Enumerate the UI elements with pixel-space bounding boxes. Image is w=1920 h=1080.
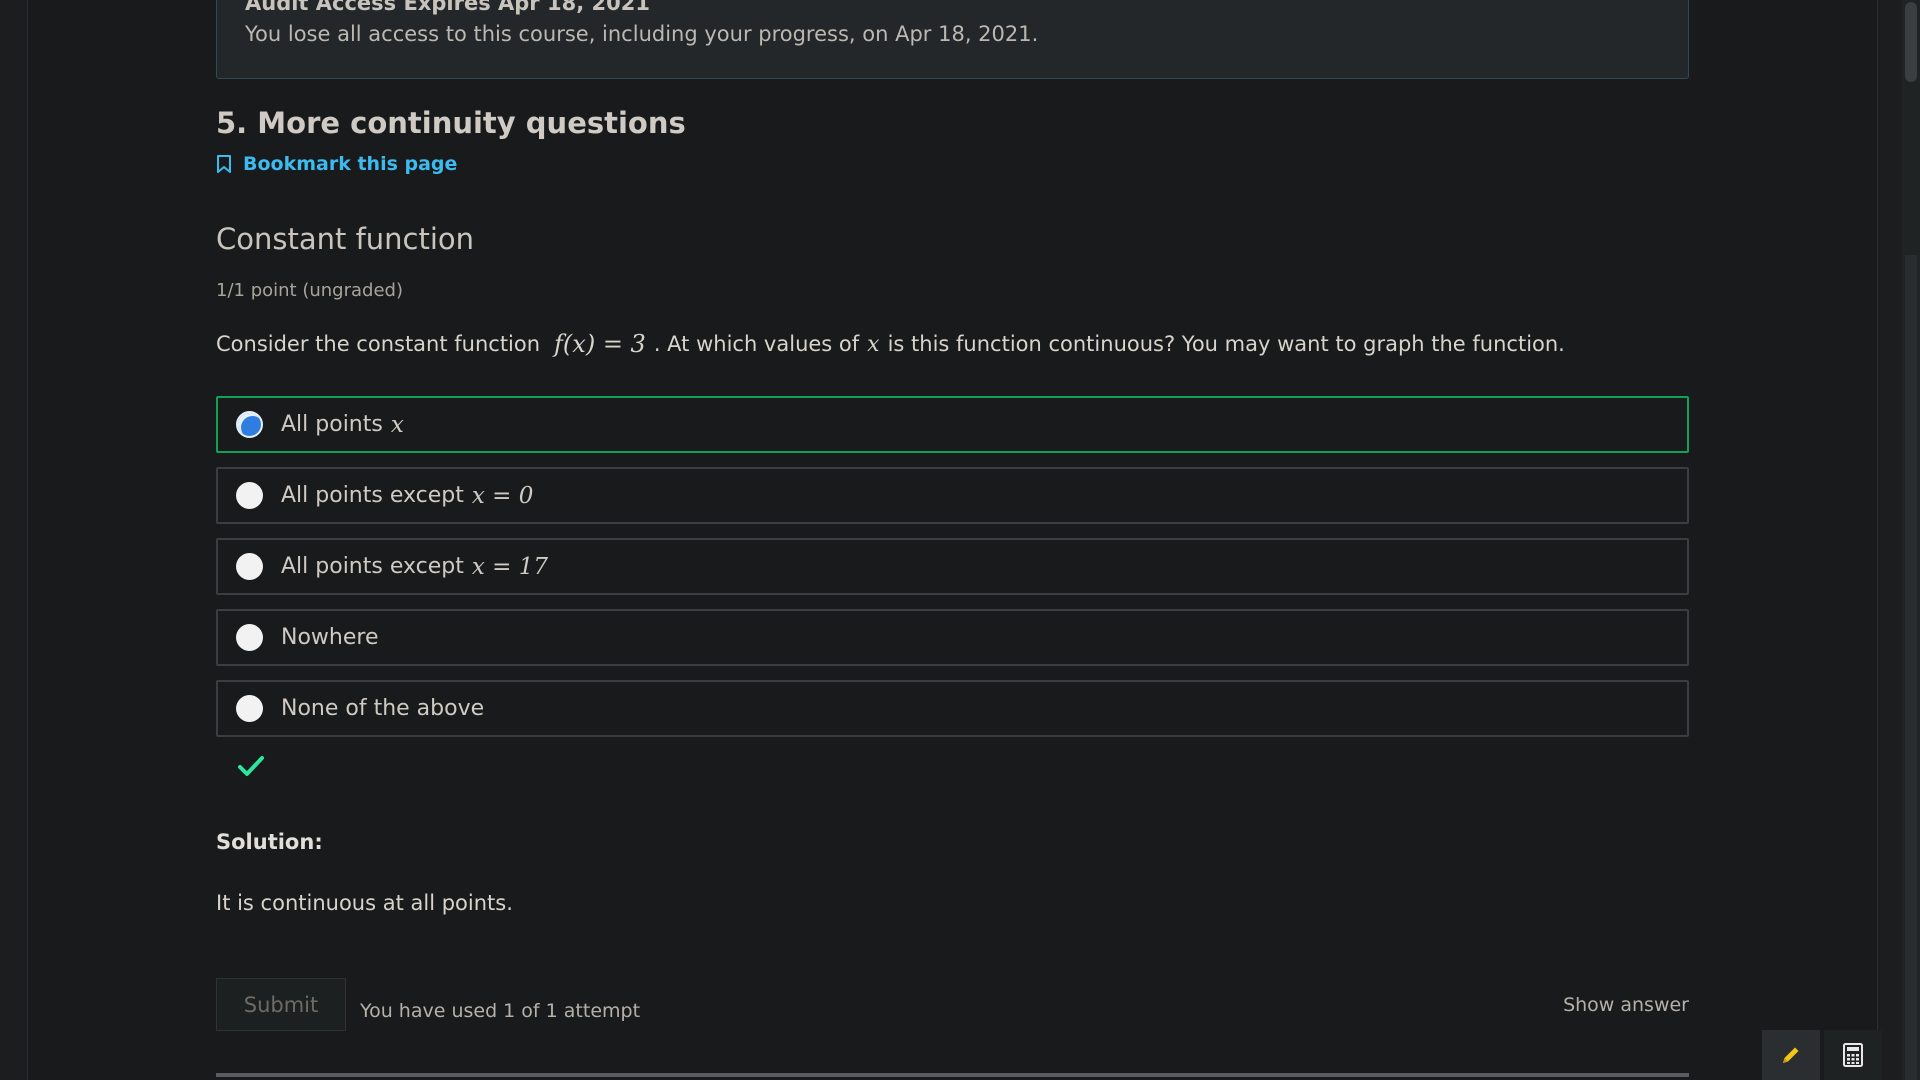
solution-text: It is continuous at all points.	[216, 891, 513, 915]
option-text: None of the above	[281, 696, 485, 721]
page-scrollbar[interactable]	[1902, 0, 1920, 1080]
solution-label: Solution:	[216, 830, 323, 854]
option-nowhere[interactable]: Nowhere	[216, 609, 1689, 666]
calculator-button[interactable]	[1824, 1030, 1882, 1080]
question-variable: x	[867, 331, 880, 357]
question-text-middle: . At which values of	[653, 332, 860, 356]
option-except-zero[interactable]: All points except x = 0	[216, 467, 1689, 524]
question-math: f(x) = 3	[554, 330, 646, 358]
left-gutter	[0, 0, 28, 1080]
option-text: All points except	[281, 483, 464, 508]
option-text: Nowhere	[281, 625, 379, 650]
option-text: All points	[281, 412, 383, 437]
option-label: All points except x = 0	[281, 483, 533, 509]
bookmark-icon	[217, 155, 231, 173]
bookmark-button[interactable]: Bookmark this page	[216, 152, 457, 176]
option-all-points[interactable]: All points x	[216, 396, 1689, 453]
banner-title: Audit Access Expires Apr 18, 2021	[245, 0, 650, 15]
bookmark-label: Bookmark this page	[243, 153, 458, 175]
question-text-before: Consider the constant function	[216, 332, 541, 356]
audit-access-banner: Audit Access Expires Apr 18, 2021 You lo…	[216, 0, 1689, 79]
section-divider	[216, 1073, 1689, 1077]
option-label: Nowhere	[281, 625, 379, 650]
radio-button[interactable]	[236, 482, 263, 509]
option-math: x	[390, 411, 404, 438]
attempts-status: You have used 1 of 1 attempt	[360, 1000, 641, 1022]
option-text: All points except	[281, 554, 464, 579]
radio-button[interactable]	[236, 624, 263, 651]
option-math: x = 0	[471, 482, 534, 509]
show-answer-button[interactable]: Show answer	[1563, 994, 1689, 1016]
pencil-icon	[1783, 1047, 1799, 1063]
option-label: None of the above	[281, 696, 484, 721]
scrollbar-thumb[interactable]	[1905, 2, 1917, 82]
radio-button[interactable]	[236, 553, 263, 580]
submit-button[interactable]: Submit	[216, 978, 346, 1031]
banner-text: You lose all access to this course, incl…	[245, 22, 1039, 46]
option-label: All points except x = 17	[281, 554, 548, 580]
radio-button[interactable]	[236, 695, 263, 722]
option-label: All points x	[281, 412, 404, 438]
problem-points: 1/1 point (ungraded)	[216, 280, 403, 301]
option-none-of-the-above[interactable]: None of the above	[216, 680, 1689, 737]
checkmark-icon	[238, 756, 264, 776]
notes-button[interactable]	[1762, 1030, 1820, 1080]
calculator-icon	[1843, 1043, 1863, 1067]
problem-title: Constant function	[216, 222, 475, 256]
question-text-after: is this function continuous? You may wan…	[887, 332, 1565, 356]
scrollbar-track[interactable]	[1905, 255, 1917, 1080]
option-except-seventeen[interactable]: All points except x = 17	[216, 538, 1689, 595]
radio-button-selected[interactable]	[236, 411, 263, 438]
option-math: x = 17	[471, 553, 548, 580]
question-text: Consider the constant function f(x) = 3 …	[216, 330, 1565, 358]
course-page: Audit Access Expires Apr 18, 2021 You lo…	[0, 0, 1920, 1080]
unit-title: 5. More continuity questions	[216, 106, 686, 140]
right-gutter	[1877, 0, 1903, 1080]
